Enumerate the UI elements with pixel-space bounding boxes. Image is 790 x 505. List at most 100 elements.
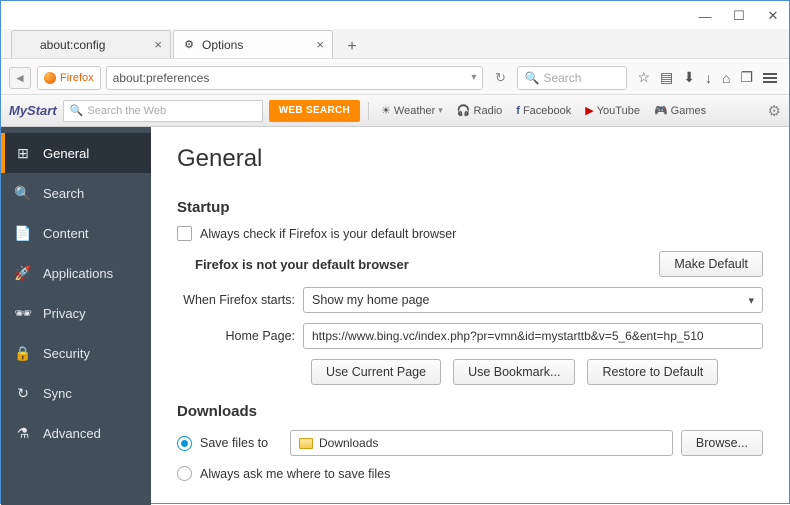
when-starts-label: When Firefox starts: [177,293,295,307]
sidebar-item-advanced[interactable]: ⚗Advanced [1,413,151,453]
sidebar-item-label: Sync [43,386,72,401]
browse-button[interactable]: Browse... [681,430,763,456]
applications-icon: 🚀 [15,265,31,281]
homepage-input[interactable]: https://www.bing.vc/index.php?pr=vmn&id=… [303,323,763,349]
bookmark-star-icon[interactable]: ☆ [637,69,650,86]
always-check-checkbox[interactable] [177,226,192,241]
url-text: about:preferences [113,71,210,85]
menu-icon[interactable] [763,73,777,83]
tab-about-config[interactable]: about:config × [11,30,171,58]
weather-link[interactable]: ☀Weather▾ [377,104,447,117]
homepage-label: Home Page: [177,329,295,343]
sidebar-item-label: Applications [43,266,113,281]
content-area: ⊞General 🔍Search 📄Content 🚀Applications … [1,127,789,505]
sidebar-item-security[interactable]: 🔒Security [1,333,151,373]
close-icon[interactable]: × [154,37,162,52]
always-check-row: Always check if Firefox is your default … [177,226,763,241]
when-starts-value: Show my home page [312,293,429,307]
homepage-value: https://www.bing.vc/index.php?pr=vmn&id=… [312,329,704,343]
search-bar[interactable]: 🔍 Search [517,66,627,90]
mystart-search-input[interactable]: 🔍 Search the Web [63,100,263,122]
homepage-button-row: Use Current Page Use Bookmark... Restore… [311,359,763,385]
mystart-search-placeholder: Search the Web [87,105,166,117]
search-icon: 🔍 [70,104,84,117]
sidebar-item-label: Search [43,186,84,201]
link-label: Weather [394,105,435,117]
web-search-button[interactable]: WEB SEARCH [269,100,360,122]
preferences-main: General Startup Always check if Firefox … [151,127,789,505]
search-icon: 🔍 [524,71,539,85]
radio-link[interactable]: 🎧Radio [453,104,506,117]
facebook-link[interactable]: fFacebook [512,105,575,117]
tab-strip: about:config × ⚙ Options × + [1,29,789,59]
url-bar[interactable]: about:preferences ▾ [106,66,484,90]
search-icon: 🔍 [15,185,31,201]
save-to-row: Save files to Downloads Browse... [177,430,763,456]
default-browser-row: Firefox is not your default browser Make… [177,251,763,277]
home-icon[interactable]: ⌂ [722,70,730,86]
identity-box[interactable]: Firefox [37,66,101,90]
window-minimize-button[interactable]: — [699,10,711,22]
search-placeholder: Search [543,71,581,85]
not-default-label: Firefox is not your default browser [195,257,651,272]
window-maximize-button[interactable]: ☐ [733,10,745,22]
sidebar-item-privacy[interactable]: 🕶Privacy [1,293,151,333]
sync-icon: ↻ [15,385,31,401]
new-tab-button[interactable]: + [339,36,365,58]
save-to-label: Save files to [200,436,282,450]
general-icon: ⊞ [15,145,31,161]
close-icon[interactable]: × [316,37,324,52]
sidebar-item-label: Privacy [43,306,86,321]
always-ask-row: Always ask me where to save files [177,466,763,481]
tab-favicon [20,38,34,52]
link-label: Radio [474,105,503,117]
youtube-link[interactable]: ▶ YouTube [581,104,644,117]
always-ask-label: Always ask me where to save files [200,467,390,481]
startup-heading: Startup [177,199,763,216]
preferences-sidebar: ⊞General 🔍Search 📄Content 🚀Applications … [1,127,151,505]
make-default-button[interactable]: Make Default [659,251,763,277]
facebook-icon: f [516,105,520,117]
mystart-settings-icon[interactable]: ⚙ [768,102,781,120]
sidebar-item-search[interactable]: 🔍 Search [1,173,151,213]
mystart-toolbar: MyStart 🔍 Search the Web WEB SEARCH ☀Wea… [1,95,789,127]
downloads-folder-input[interactable]: Downloads [290,430,673,456]
link-label: Facebook [523,105,571,117]
sun-icon: ☀ [381,104,391,117]
sidebar-item-content[interactable]: 📄Content [1,213,151,253]
sidebar-item-label: Advanced [43,426,101,441]
restore-default-button[interactable]: Restore to Default [587,359,718,385]
reload-button[interactable]: ↻ [489,67,511,89]
toolbar-icons: ☆ ▤ ⬇ ↓ ⌂ ❐ [633,69,781,86]
back-button[interactable]: ◄ [9,67,31,89]
sidebar-item-label: General [43,146,89,161]
folder-icon [299,438,313,449]
gear-icon: ⚙ [182,38,196,52]
sidebar-item-general[interactable]: ⊞ General [1,133,151,173]
save-to-radio[interactable] [177,436,192,451]
urlbar-dropdown-icon[interactable]: ▾ [471,72,476,83]
use-current-page-button[interactable]: Use Current Page [311,359,441,385]
sidebar-item-applications[interactable]: 🚀 Applications [1,253,151,293]
games-link[interactable]: 🎮Games [650,104,710,117]
mystart-logo[interactable]: MyStart [9,103,57,118]
link-label: Games [671,105,706,117]
youtube-icon: ▶ [585,104,593,117]
sidebar-item-sync[interactable]: ↻ Sync [1,373,151,413]
tab-options[interactable]: ⚙ Options × [173,30,333,58]
share-icon[interactable]: ❐ [740,69,753,86]
homepage-row: Home Page: https://www.bing.vc/index.php… [177,323,763,349]
downloads-folder-value: Downloads [319,436,378,450]
identity-label: Firefox [60,72,94,84]
tab-title: about:config [40,38,105,52]
separator [368,102,369,120]
page-title: General [177,145,763,173]
link-label: YouTube [597,105,640,117]
download-icon[interactable]: ↓ [705,70,712,86]
use-bookmark-button[interactable]: Use Bookmark... [453,359,575,385]
pocket-icon[interactable]: ⬇ [683,69,695,86]
list-icon[interactable]: ▤ [660,69,673,86]
always-ask-radio[interactable] [177,466,192,481]
when-starts-select[interactable]: Show my home page [303,287,763,313]
window-close-button[interactable]: ✕ [767,10,779,22]
